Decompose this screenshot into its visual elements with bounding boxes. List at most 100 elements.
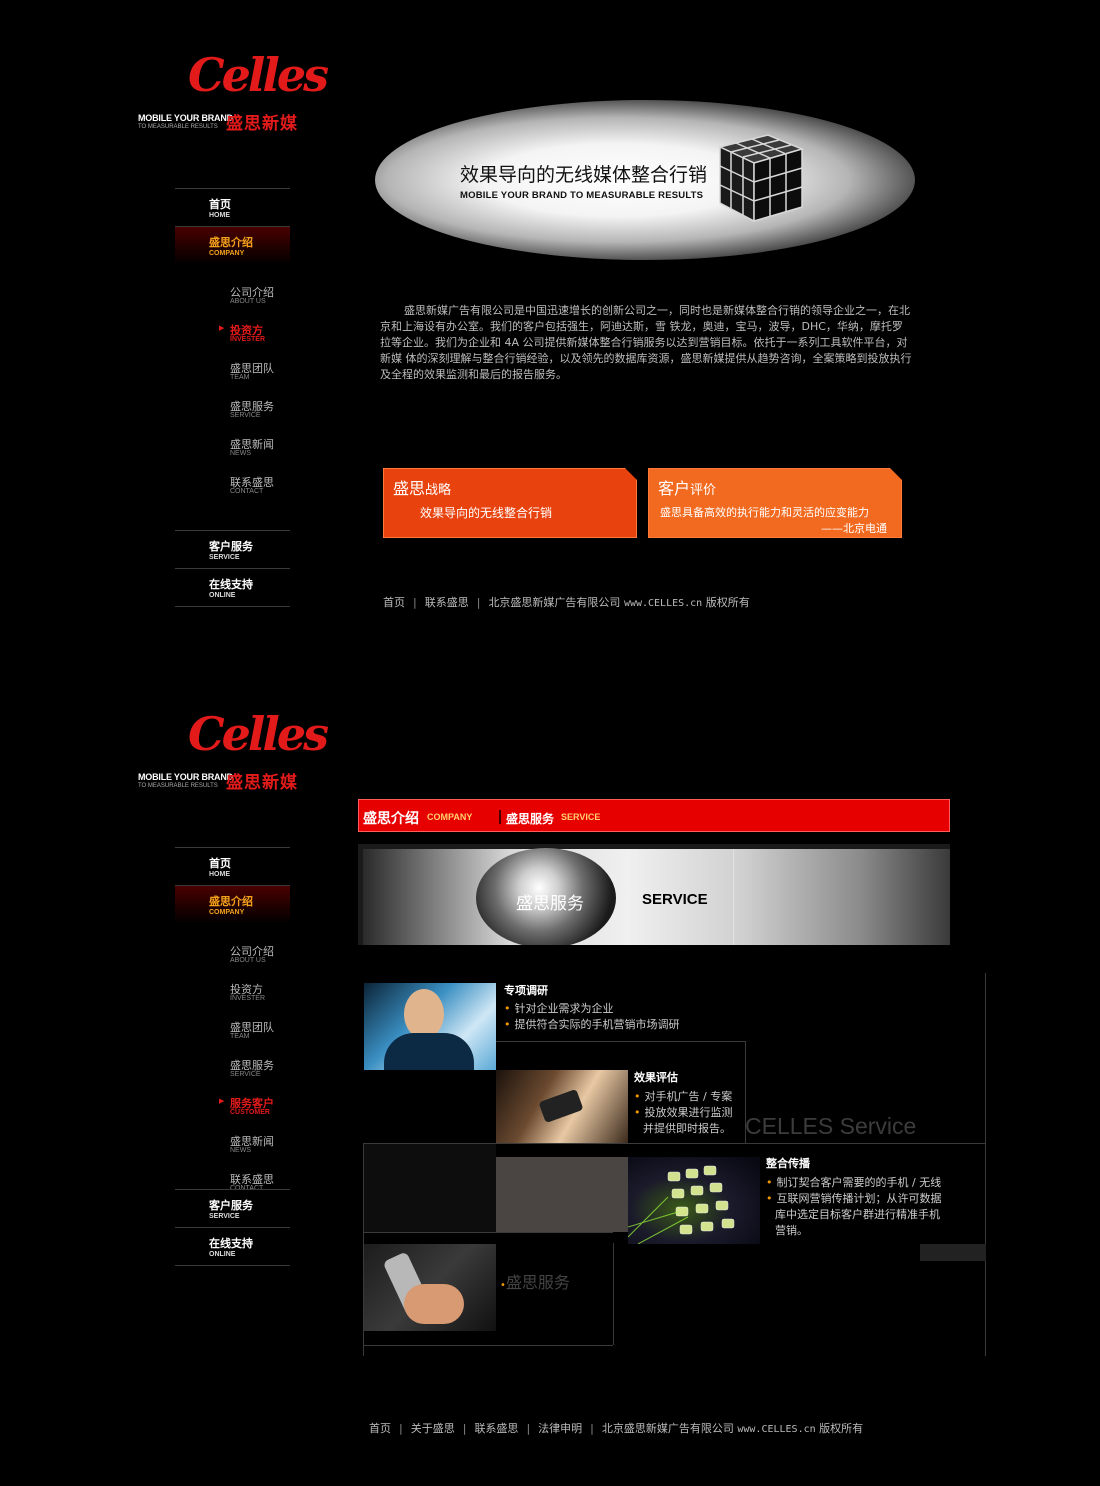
nav-online-label: 在线支持	[209, 578, 253, 591]
grid-cell	[364, 1144, 496, 1232]
footer-site[interactable]: www.CELLES.cn	[624, 598, 702, 609]
grid-line	[613, 1243, 614, 1345]
suit-shape	[384, 1033, 474, 1070]
subnav-contact[interactable]: 联系盛思 CONTACT	[230, 474, 310, 506]
footer-site[interactable]: www.CELLES.cn	[737, 1424, 815, 1435]
footer-legal-link[interactable]: 法律申明	[538, 1422, 582, 1435]
service-bullet: • 针对企业需求为企业	[504, 1001, 614, 1016]
strategy-box[interactable]: 盛思战略 效果导向的无线整合行销	[383, 468, 637, 538]
nav-home[interactable]: 首页 HOME	[175, 848, 290, 886]
review-author: ——北京电通	[821, 522, 887, 535]
bullet-text: 针对企业需求为企业	[514, 1002, 614, 1015]
footer-home-link[interactable]: 首页	[369, 1422, 391, 1435]
nav-online[interactable]: 在线支持 ONLINE	[175, 1228, 290, 1266]
service-bullet-cont: 营销。	[775, 1224, 808, 1237]
breadcrumb-company[interactable]: 盛思介绍	[363, 808, 419, 828]
bullet-dot-icon: •	[766, 1192, 773, 1205]
review-heading-small: 评价	[690, 483, 717, 498]
service-bullet-cont: 库中选定目标客户群进行精准手机	[775, 1208, 940, 1221]
footer-company: 北京盛思新媒广告有限公司	[601, 1422, 734, 1435]
logo-script: Celles	[188, 707, 329, 761]
nav-service[interactable]: 客户服务 SERVICE	[175, 531, 290, 569]
grid-line	[363, 1345, 613, 1346]
bullet-text: 对手机广告 / 专案	[644, 1090, 733, 1103]
subnav-about[interactable]: 公司介绍 ABOUT US	[230, 943, 310, 975]
subnav-en: INVESTER	[230, 336, 266, 343]
strategy-heading-big: 盛思	[393, 479, 426, 498]
service-bullet: • 互联网营销传播计划；从许可数据	[766, 1191, 942, 1206]
subnav-team[interactable]: 盛思团队 TEAM	[230, 360, 310, 392]
breadcrumb-service-en: SERVICE	[561, 812, 601, 822]
logo[interactable]: Celles MOBILE YOUR BRAND TO MEASURABLE R…	[138, 48, 329, 148]
footer-company: 北京盛思新媒广告有限公司	[488, 596, 621, 609]
company-intro: 盛思新媒广告有限公司是中国迅速增长的创新公司之一，同时也是新媒体整合行销的领导企…	[380, 303, 912, 383]
face-shape	[404, 989, 444, 1039]
cube-icon	[717, 134, 805, 223]
nav-company-label: 盛思介绍	[209, 895, 253, 908]
nav-online[interactable]: 在线支持 ONLINE	[175, 569, 290, 607]
arrow-right-icon: ▶	[219, 1097, 225, 1105]
bullet-dot-icon: •	[766, 1176, 773, 1189]
logo-tagline: MOBILE YOUR BRAND	[138, 113, 233, 123]
footer-sep: |	[476, 596, 481, 609]
businessman-phone-image	[364, 983, 496, 1070]
subnav-invester[interactable]: 投资方 INVESTER	[230, 981, 310, 1013]
breadcrumb-company-en: COMPANY	[427, 812, 473, 822]
breadcrumb-service[interactable]: 盛思服务	[506, 810, 554, 827]
banner-title-en: SERVICE	[642, 891, 708, 908]
bullet-dot-icon: •	[504, 1002, 511, 1015]
service-title: 效果评估	[634, 1071, 678, 1084]
footer-sep: |	[526, 1422, 531, 1435]
service-bullet: • 投放效果进行监测	[634, 1105, 733, 1120]
subnav-team[interactable]: 盛思团队 TEAM	[230, 1019, 310, 1051]
service-bullet: • 对手机广告 / 专案	[634, 1089, 732, 1104]
subnav-en: NEWS	[230, 450, 251, 457]
hero-title: 效果导向的无线媒体整合行销	[460, 164, 708, 186]
review-box[interactable]: 客户评价 盛思具备高效的执行能力和灵活的应变能力 ——北京电通	[648, 468, 902, 538]
nav-divider	[175, 606, 290, 607]
subnav-service[interactable]: 盛思服务 SERVICE	[230, 1057, 310, 1089]
hands-phone-image	[496, 1070, 628, 1143]
footer-rights: 版权所有	[705, 596, 750, 609]
nav-company-label: 盛思介绍	[209, 236, 253, 249]
subnav-en: SERVICE	[230, 412, 261, 419]
footer-sep: |	[462, 1422, 467, 1435]
intro-text: 盛思新媒广告有限公司是中国迅速增长的创新公司之一，同时也是新媒体整合行销的领导企…	[380, 304, 912, 381]
nav-online-en: ONLINE	[209, 592, 236, 599]
service-title: 专项调研	[504, 984, 548, 997]
logo[interactable]: Celles MOBILE YOUR BRAND TO MEASURABLE R…	[138, 707, 329, 807]
footer-rights: 版权所有	[819, 1422, 864, 1435]
logo-subtagline: TO MEASURABLE RESULTS	[138, 124, 218, 130]
nav-service-label: 客户服务	[209, 540, 253, 553]
footer-home-link[interactable]: 首页	[383, 596, 405, 609]
hand-cellphone-image	[364, 1244, 496, 1331]
bottom-service-text: 盛思服务	[505, 1273, 570, 1292]
bullet-dot-icon: •	[634, 1090, 641, 1103]
banner-divider	[733, 849, 734, 945]
subnav-customer[interactable]: ▶ 服务客户 CUSTOMER	[219, 1095, 310, 1127]
nav-home-en: HOME	[209, 212, 230, 219]
nav-company[interactable]: 盛思介绍 COMPANY	[175, 886, 290, 924]
footer-contact-link[interactable]: 联系盛思	[474, 1422, 518, 1435]
nav-company[interactable]: 盛思介绍 COMPANY	[175, 227, 290, 265]
nav-divider	[175, 1265, 290, 1266]
footer-contact-link[interactable]: 联系盛思	[425, 596, 469, 609]
nav-home-label: 首页	[209, 857, 231, 870]
nav-home[interactable]: 首页 HOME	[175, 189, 290, 227]
review-heading: 客户评价	[658, 475, 716, 499]
glowing-keypad-image	[628, 1157, 760, 1244]
subnav-news[interactable]: 盛思新闻 NEWS	[230, 1133, 310, 1165]
subnav-service[interactable]: 盛思服务 SERVICE	[230, 398, 310, 430]
subnav-about[interactable]: 公司介绍 ABOUT US	[230, 284, 310, 316]
footer-about-link[interactable]: 关于盛思	[411, 1422, 455, 1435]
nav-service[interactable]: 客户服务 SERVICE	[175, 1190, 290, 1228]
subnav-news[interactable]: 盛思新闻 NEWS	[230, 436, 310, 468]
logo-cn: 盛思新媒	[226, 114, 298, 134]
logo-cn: 盛思新媒	[226, 773, 298, 793]
bullet-dot-icon: •	[504, 1018, 511, 1031]
subnav-en: ABOUT US	[230, 957, 266, 964]
review-text: 盛思具备高效的执行能力和灵活的应变能力	[660, 506, 869, 519]
nav-service-label: 客户服务	[209, 1199, 253, 1212]
logo-subtagline: TO MEASURABLE RESULTS	[138, 783, 218, 789]
subnav-invester[interactable]: ▶ 投资方 INVESTER	[219, 322, 310, 354]
